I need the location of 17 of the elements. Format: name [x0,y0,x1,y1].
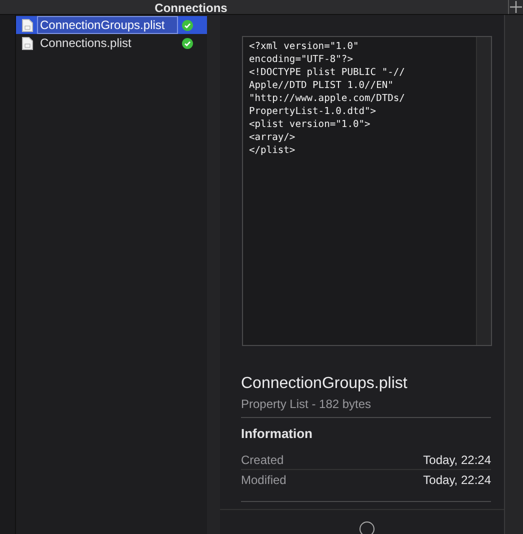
add-icon[interactable] [508,0,523,14]
info-value: Today, 22:24 [423,472,491,486]
file-title: ConnectionGroups.plist [241,374,408,394]
section-heading: Information [241,426,314,441]
info-label: Created [241,452,284,466]
window-title: Connections [154,2,228,14]
file-name: Connections.plist [39,35,132,52]
file-name: ConnectionGroups.plist [37,16,178,34]
file-row[interactable]: Connections.plist [16,34,207,52]
code-text: <?xml version="1.0" encoding="UTF-8"?> <!DOCTYPE plist PUBLIC "-// Apple//DTD PLIST 1.0//EN" "http://www.apple.com/DTDs/ PropertyList-1.0.dtd"> <plist version="1.0"> <array/> </plist> [248,40,406,158]
file-kind: Property List - 182 bytes [241,397,491,418]
scroll-track[interactable] [476,37,491,345]
file-row[interactable]: ConnectionGroups.plist [16,16,207,34]
info-label: Modified [241,472,286,486]
document-icon [22,18,33,32]
document-icon [22,36,33,50]
info-value: Today, 22:24 [423,452,491,466]
